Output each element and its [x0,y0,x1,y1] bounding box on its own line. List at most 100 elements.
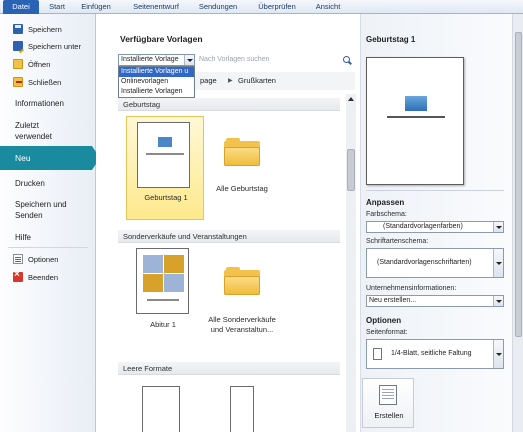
nav-neu[interactable]: Neu [0,146,100,170]
nav-speichern-unter-label: Speichern unter [28,41,81,51]
nav-beenden[interactable]: Beenden [0,269,96,285]
nav-speichern[interactable]: Speichern [0,21,96,37]
page-format-icon [373,348,382,360]
preview-image [405,96,427,111]
nav-drucken[interactable]: Drucken [0,178,96,189]
thumbnail-image [164,255,184,273]
close-folder-icon [13,77,23,87]
nav-informationen[interactable]: Informationen [0,98,96,109]
dropdown-option-installed-u[interactable]: Installierte Vorlagen u [119,67,194,77]
breadcrumb-page[interactable]: page [200,72,217,90]
create-button-label: Erstellen [374,411,404,420]
details-scrollbar[interactable] [512,14,523,432]
pane-divider [366,190,504,191]
group-header-geburtstag: Geburtstag [118,98,340,111]
new-document-icon [379,385,397,405]
template-label-alle-geburtstag: Alle Geburtstag [216,184,268,193]
dropdown-option-online[interactable]: Onlinevorlagen [119,77,194,87]
template-label-alle-sonderverkaeufe: Alle Sonderverkäufe und Veranstaltun... [208,315,276,334]
template-preview [366,57,464,185]
template-source-value: Installierte Vorlage [121,56,179,63]
farbschema-select[interactable]: (Standardvorlagenfarben) [366,221,504,233]
nav-beenden-label: Beenden [28,272,59,282]
optionen-heading: Optionen [366,316,402,325]
nav-divider [8,247,88,248]
blank-format-thumbnail[interactable] [230,386,254,432]
available-templates-heading: Verfügbare Vorlagen [120,34,203,44]
scroll-thumb[interactable] [515,32,522,337]
group-header-sonderverkaeufe: Sonderverkäufe und Veranstaltungen [118,230,340,243]
tab-seitenentwurf[interactable]: Seitenentwurf [124,0,188,14]
folder-icon [224,138,260,166]
nav-zuletzt-verwendet[interactable]: Zuletzt verwendet [0,120,70,142]
nav-speichern-unter[interactable]: Speichern unter [0,38,96,54]
tab-ueberpruefen[interactable]: Überprüfen [248,0,306,14]
unternehmensinformationen-label: Unternehmensinformationen: [366,285,457,292]
blank-format-thumbnail[interactable] [142,386,180,432]
farbschema-value: (Standardvorlagenfarben) [383,223,463,230]
farbschema-label: Farbschema: [366,211,407,218]
scroll-up-icon[interactable] [346,94,356,104]
preview-text-line [387,116,445,118]
selected-template-title: Geburtstag 1 [366,35,416,44]
tab-ansicht[interactable]: Ansicht [308,0,348,14]
nav-optionen[interactable]: Optionen [0,251,96,267]
options-icon [13,254,23,264]
dropdown-option-installed[interactable]: Installierte Vorlagen [119,87,194,97]
schriftartenschema-value: (Standardvorlagenschriftarten) [377,259,472,266]
breadcrumb-separator-icon: ▶ [228,78,233,84]
template-label-geburtstag-1: Geburtstag 1 [144,193,188,202]
chevron-down-icon[interactable] [493,222,503,232]
template-search-input[interactable]: Nach Vorlagen suchen [196,54,355,66]
thumbnail-text-line [147,299,179,301]
gallery-scrollbar[interactable] [346,94,356,432]
search-icon[interactable] [343,56,350,63]
thumbnail-text-line [146,153,184,155]
ribbon-tab-bar: Datei Start Einfügen Seitenentwurf Sendu… [0,0,523,14]
tab-datei[interactable]: Datei [3,0,39,14]
nav-speichern-und-senden[interactable]: Speichern und Senden [0,199,70,221]
nav-oeffnen[interactable]: Öffnen [0,56,96,72]
chevron-down-icon[interactable] [493,249,503,277]
template-label-abitur-1: Abitur 1 [150,320,176,329]
thumbnail-image [164,274,184,292]
template-tile-geburtstag-1[interactable]: Geburtstag 1 [126,116,204,220]
breadcrumb-grusskarten[interactable]: Grußkarten [238,72,276,90]
create-button[interactable]: Erstellen [362,378,414,428]
nav-speichern-label: Speichern [28,24,62,34]
open-folder-icon [13,59,23,69]
tab-start[interactable]: Start [42,0,72,14]
unternehmensinformationen-value: Neu erstellen... [369,297,417,304]
template-thumbnail [136,248,189,314]
nav-optionen-label: Optionen [28,254,59,264]
exit-icon [13,269,23,282]
template-thumbnail [137,122,190,188]
template-source-dropdown: Installierte Vorlagen u Onlinevorlagen I… [118,66,195,98]
tab-sendungen[interactable]: Sendungen [192,0,244,14]
template-gallery: Geburtstag Geburtstag 1 Alle Geburtstag … [118,94,346,432]
seitenformat-select[interactable]: 1/4-Blatt, seitliche Faltung [366,339,504,369]
seitenformat-label: Seitenformat: [366,329,408,336]
nav-schliessen-label: Schließen [28,77,62,87]
group-header-leere-formate: Leere Formate [118,362,340,375]
schriftartenschema-select[interactable]: (Standardvorlagenschriftarten) [366,248,504,278]
save-as-icon [13,41,23,51]
thumbnail-image [158,137,172,147]
schriftartenschema-label: Schriftartenschema: [366,238,429,245]
tab-einfuegen[interactable]: Einfügen [74,0,118,14]
save-icon [13,24,23,34]
anpassen-heading: Anpassen [366,198,405,207]
chevron-down-icon[interactable] [184,55,194,65]
backstage-nav: Speichern Speichern unter Öffnen Schließ… [0,14,100,432]
nav-hilfe[interactable]: Hilfe [0,232,96,243]
chevron-down-icon[interactable] [493,296,503,306]
nav-oeffnen-label: Öffnen [28,59,51,69]
template-source-combo[interactable]: Installierte Vorlage [118,54,195,66]
seitenformat-value: 1/4-Blatt, seitliche Faltung [391,350,472,357]
thumbnail-image [143,255,163,273]
unternehmensinformationen-select[interactable]: Neu erstellen... [366,295,504,307]
nav-schliessen[interactable]: Schließen [0,74,96,90]
chevron-down-icon[interactable] [493,340,503,368]
scroll-thumb[interactable] [347,149,355,191]
thumbnail-image [143,274,163,292]
